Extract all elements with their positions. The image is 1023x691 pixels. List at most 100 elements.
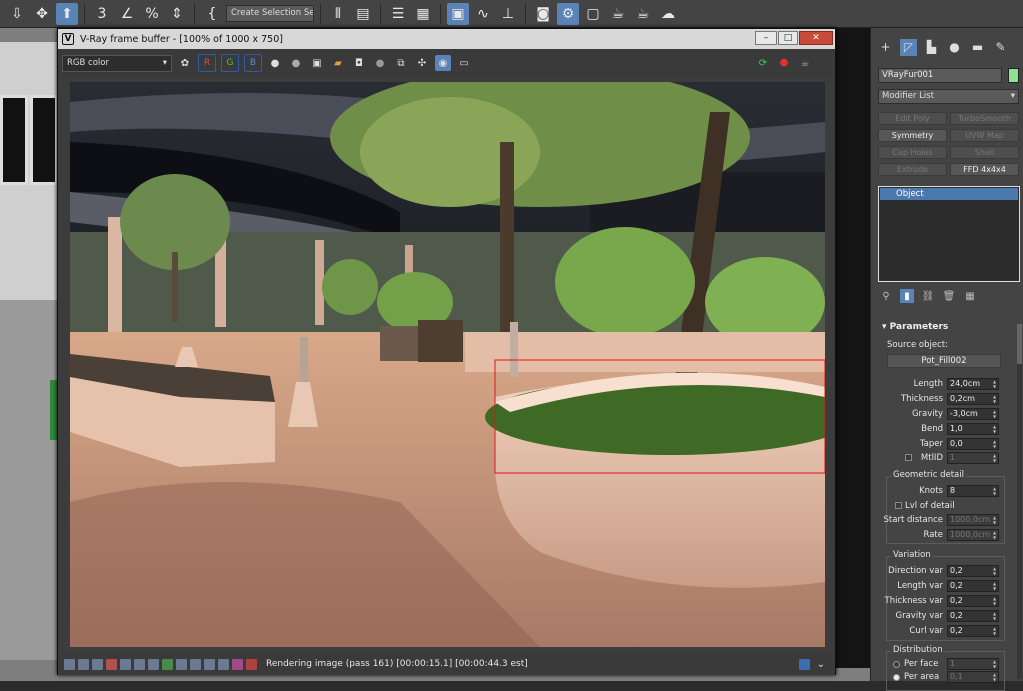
scene-explorer-icon[interactable]: ▣ — [447, 2, 469, 25]
vfb-status-icon[interactable] — [106, 658, 117, 670]
shell-button[interactable]: Shell — [950, 146, 1019, 159]
material-editor-icon[interactable]: ◙ — [532, 3, 554, 25]
knots-spinner[interactable]: 8 — [947, 485, 999, 497]
vfb-status-icon[interactable] — [64, 658, 75, 670]
rate-spinner[interactable]: 1000,0cm — [947, 529, 999, 541]
edit-poly-button[interactable]: Edit Poly — [878, 112, 947, 125]
vfb-status-icon[interactable] — [218, 658, 229, 670]
vfb-status-icon[interactable] — [92, 658, 103, 670]
cap-holes-button[interactable]: Cap Holes — [878, 146, 947, 159]
per-area-radio[interactable] — [893, 674, 900, 681]
blue-channel-button[interactable]: B — [244, 54, 262, 72]
open-folder-icon[interactable]: ▰ — [330, 55, 346, 71]
configure-modifier-sets-icon[interactable]: ▦ — [963, 289, 977, 303]
selection-set-dropdown[interactable]: Create Selection Se▾ — [226, 5, 314, 22]
vfb-history-icon[interactable]: ▭ — [456, 55, 472, 71]
direction-var-spinner[interactable]: 0,2 — [947, 565, 999, 577]
object-name-field[interactable]: VRayFur001 — [878, 68, 1002, 83]
modifier-list-dropdown[interactable]: Modifier List ▾ — [878, 89, 1019, 104]
expand-chevron-icon[interactable]: ⌄ — [813, 656, 829, 672]
render-cloud-icon[interactable]: ☁ — [657, 3, 679, 25]
thickness-spinner[interactable]: 0,2cm — [947, 393, 999, 405]
vfb-status-icon[interactable] — [176, 658, 187, 670]
percent-snap-icon[interactable]: % — [141, 3, 163, 25]
schematic-view-icon[interactable]: ⊥ — [497, 3, 519, 25]
lens-effects-icon[interactable]: ◉ — [435, 55, 451, 71]
vfb-status-icon[interactable] — [78, 658, 89, 670]
hierarchy-tab-icon[interactable]: ▙ — [923, 39, 940, 56]
thickness-var-spinner[interactable]: 0,2 — [947, 595, 999, 607]
scrollbar-thumb[interactable] — [1017, 324, 1022, 364]
select-link-icon[interactable]: ⇩ — [6, 3, 28, 25]
object-color-swatch[interactable] — [1008, 68, 1019, 83]
ffd-4x4x4-button[interactable]: FFD 4x4x4 — [950, 163, 1019, 176]
command-panel-scrollbar[interactable] — [1017, 324, 1022, 679]
render-setup-icon[interactable]: ⚙ — [557, 2, 579, 25]
extrude-button[interactable]: Extrude — [878, 163, 947, 176]
source-object-button[interactable]: Pot_Fill002 — [887, 354, 1001, 368]
clear-image-icon[interactable]: ◘ — [351, 55, 367, 71]
curve-editor-icon[interactable]: ∿ — [472, 3, 494, 25]
remove-modifier-icon[interactable]: 🗑 — [942, 289, 956, 303]
per-face-spinner[interactable]: 1 — [947, 658, 999, 670]
green-channel-button[interactable]: G — [221, 54, 239, 72]
gray-circle-icon[interactable]: ● — [288, 55, 304, 71]
close-button[interactable]: ✕ — [799, 31, 833, 45]
turbosmooth-button[interactable]: TurboSmooth — [950, 112, 1019, 125]
named-selection-icon[interactable]: { — [201, 3, 223, 25]
pin-stack-icon[interactable]: ⚲ — [879, 289, 893, 303]
taper-spinner[interactable]: 0,0 — [947, 438, 999, 450]
maximize-button[interactable]: □ — [778, 31, 798, 45]
symmetry-button[interactable]: Symmetry — [878, 129, 947, 142]
move-icon[interactable]: ✥ — [31, 3, 53, 25]
rendered-image[interactable] — [70, 82, 825, 647]
vfb-status-icon[interactable] — [162, 658, 173, 670]
stack-item-object[interactable]: Object — [880, 188, 1018, 200]
render-production-icon[interactable]: ☕ — [632, 3, 654, 25]
render-icon[interactable]: ☕ — [607, 3, 629, 25]
uvw-map-button[interactable]: UVW Map — [950, 129, 1019, 142]
length-var-spinner[interactable]: 0,2 — [947, 580, 999, 592]
vfb-status-icon[interactable] — [120, 658, 131, 670]
vfb-status-icon[interactable] — [134, 658, 145, 670]
refresh-icon[interactable]: ⟳ — [755, 55, 771, 71]
per-area-spinner[interactable]: 0,1 — [947, 671, 999, 683]
save-image-icon[interactable]: ▣ — [309, 55, 325, 71]
vfb-title-bar[interactable]: V V-Ray frame buffer - [100% of 1000 x 7… — [58, 29, 835, 49]
bend-spinner[interactable]: 1,0 — [947, 423, 999, 435]
per-face-radio[interactable] — [893, 661, 900, 668]
snap-3d-icon[interactable]: 3 — [91, 3, 113, 25]
motion-tab-icon[interactable]: ● — [946, 39, 963, 56]
stop-render-icon[interactable]: ⬣ — [776, 55, 792, 71]
gravity-spinner[interactable]: -3,0cm — [947, 408, 999, 420]
angle-snap-icon[interactable]: ∠ — [116, 3, 138, 25]
rendered-frame-window-icon[interactable]: ▢ — [582, 3, 604, 25]
curl-var-spinner[interactable]: 0,2 — [947, 625, 999, 637]
channel-dropdown[interactable]: RGB color ▾ — [62, 54, 172, 72]
align-icon[interactable]: ▤ — [352, 3, 374, 25]
gravity-var-spinner[interactable]: 0,2 — [947, 610, 999, 622]
vfb-status-icon[interactable] — [148, 658, 159, 670]
length-spinner[interactable]: 24,0cm — [947, 378, 999, 390]
vfb-status-icon[interactable] — [246, 658, 257, 670]
fit-window-icon[interactable] — [799, 658, 810, 670]
mtlid-spinner[interactable]: 1 — [947, 452, 999, 464]
region-render-icon[interactable]: ✣ — [414, 55, 430, 71]
vfb-status-icon[interactable] — [190, 658, 201, 670]
duplicate-icon[interactable]: ⧉ — [393, 55, 409, 71]
modify-tab-icon[interactable]: ◸ — [900, 38, 917, 56]
ribbon-icon[interactable]: ▦ — [412, 3, 434, 25]
red-channel-button[interactable]: R — [198, 54, 216, 72]
vfb-status-icon[interactable] — [232, 658, 243, 670]
layer-manager-icon[interactable]: ☰ — [387, 3, 409, 25]
start-distance-spinner[interactable]: 1000,0cm — [947, 514, 999, 526]
mirror-icon[interactable]: ⫴ — [327, 3, 349, 25]
show-end-result-icon[interactable]: ▮ — [900, 289, 914, 303]
select-object-icon[interactable]: ⬆ — [56, 2, 78, 25]
minimize-button[interactable]: – — [755, 31, 777, 45]
utilities-tab-icon[interactable]: ✎ — [992, 39, 1009, 56]
color-channels-icon[interactable]: ✿ — [177, 55, 193, 71]
make-unique-icon[interactable]: ⛓ — [921, 289, 935, 303]
display-tab-icon[interactable]: ▬ — [969, 39, 986, 56]
white-circle-icon[interactable]: ● — [267, 55, 283, 71]
